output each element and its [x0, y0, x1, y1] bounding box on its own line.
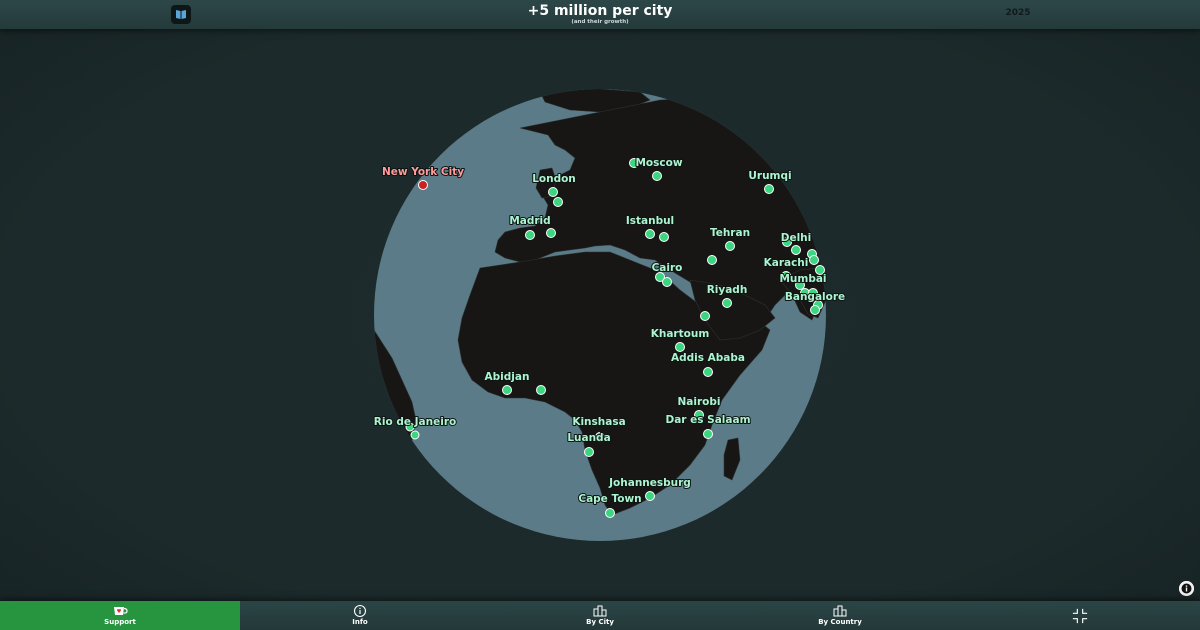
tab-info[interactable]: Info — [240, 601, 480, 630]
city-marker-lahore[interactable] — [791, 245, 801, 255]
city-marker-cape-town[interactable] — [605, 508, 615, 518]
info-circle-icon — [352, 604, 368, 618]
city-label-addis-ababa: Addis Ababa — [671, 352, 745, 364]
city-marker-istanbul-2[interactable] — [659, 232, 669, 242]
city-label-istanbul: Istanbul — [626, 215, 674, 227]
city-marker-baghdad[interactable] — [707, 255, 717, 265]
city-marker-tehran[interactable] — [725, 241, 735, 251]
city-label-london: London — [532, 173, 576, 185]
city-marker-madrid[interactable] — [525, 230, 535, 240]
tab-info-label: Info — [352, 618, 368, 626]
city-marker-moscow-2[interactable] — [652, 171, 662, 181]
tab-collapse[interactable] — [960, 601, 1200, 630]
app-root: New York City London Moscow Urumqi Madri… — [0, 0, 1200, 630]
city-marker-lagos[interactable] — [536, 385, 546, 395]
city-label-khartoum: Khartoum — [651, 328, 710, 340]
city-marker-east-2[interactable] — [809, 255, 819, 265]
city-label-karachi: Karachi — [764, 257, 809, 269]
city-label-bangalore: Bangalore — [785, 291, 845, 303]
city-label-delhi: Delhi — [781, 232, 812, 244]
city-marker-jeddah[interactable] — [700, 311, 710, 321]
city-marker-cairo-2[interactable] — [662, 277, 672, 287]
city-label-riyadh: Riyadh — [707, 284, 748, 296]
city-marker-addis-ababa[interactable] — [703, 367, 713, 377]
year-indicator: 2025 — [1005, 8, 1031, 18]
city-label-new-york-city: New York City — [382, 166, 464, 178]
city-label-mumbai: Mumbai — [779, 273, 826, 285]
city-label-moscow: Moscow — [635, 157, 682, 169]
city-label-urumqi: Urumqi — [748, 170, 791, 182]
city-marker-istanbul[interactable] — [645, 229, 655, 239]
city-marker-london-2[interactable] — [553, 197, 563, 207]
tab-support[interactable]: Support — [0, 601, 240, 630]
city-marker-johannesburg[interactable] — [645, 491, 655, 501]
globe-map[interactable]: New York City London Moscow Urumqi Madri… — [0, 0, 1200, 630]
city-marker-dar-es-salaam[interactable] — [703, 429, 713, 439]
city-label-kinshasa: Kinshasa — [572, 416, 625, 428]
city-marker-madrid-2[interactable] — [546, 228, 556, 238]
city-marker-new-york-city[interactable] — [418, 180, 428, 190]
page-subtitle: (and their growth) — [571, 19, 629, 25]
city-marker-abidjan[interactable] — [502, 385, 512, 395]
city-marker-urumqi[interactable] — [764, 184, 774, 194]
city-label-rio-de-janeiro: Rio de Janeiro — [374, 416, 456, 428]
city-label-cape-town: Cape Town — [578, 493, 641, 505]
city-marker-london[interactable] — [548, 187, 558, 197]
collapse-icon — [1072, 608, 1088, 623]
city-marker-sao-paulo[interactable] — [410, 430, 420, 440]
city-marker-chennai[interactable] — [810, 305, 820, 315]
city-label-abidjan: Abidjan — [485, 371, 530, 383]
city-label-dar-es-salaam: Dar es Salaam — [665, 414, 750, 426]
city-marker-khartoum[interactable] — [675, 342, 685, 352]
tab-by-country-label: By Country — [818, 618, 862, 626]
city-label-johannesburg: Johannesburg — [608, 477, 691, 489]
info-icon — [1179, 581, 1194, 596]
tab-by-city-label: By City — [586, 618, 614, 626]
globe-container[interactable]: New York City London Moscow Urumqi Madri… — [0, 0, 1200, 630]
city-label-tehran: Tehran — [710, 227, 750, 239]
buildings-icon — [832, 604, 848, 618]
info-button[interactable] — [1179, 581, 1194, 596]
bottom-nav: Support Info By City By Country — [0, 601, 1200, 630]
top-bar: +5 million per city (and their growth) 2… — [0, 0, 1200, 29]
heart-cup-icon — [112, 604, 128, 618]
city-label-luanda: Luanda — [567, 432, 610, 444]
city-marker-luanda[interactable] — [584, 447, 594, 457]
city-marker-riyadh[interactable] — [722, 298, 732, 308]
city-label-madrid: Madrid — [509, 215, 550, 227]
city-label-nairobi: Nairobi — [678, 396, 721, 408]
buildings-icon — [592, 604, 608, 618]
city-label-cairo: Cairo — [652, 262, 683, 274]
tab-support-label: Support — [104, 618, 136, 626]
tab-by-country[interactable]: By Country — [720, 601, 960, 630]
tab-by-city[interactable]: By City — [480, 601, 720, 630]
